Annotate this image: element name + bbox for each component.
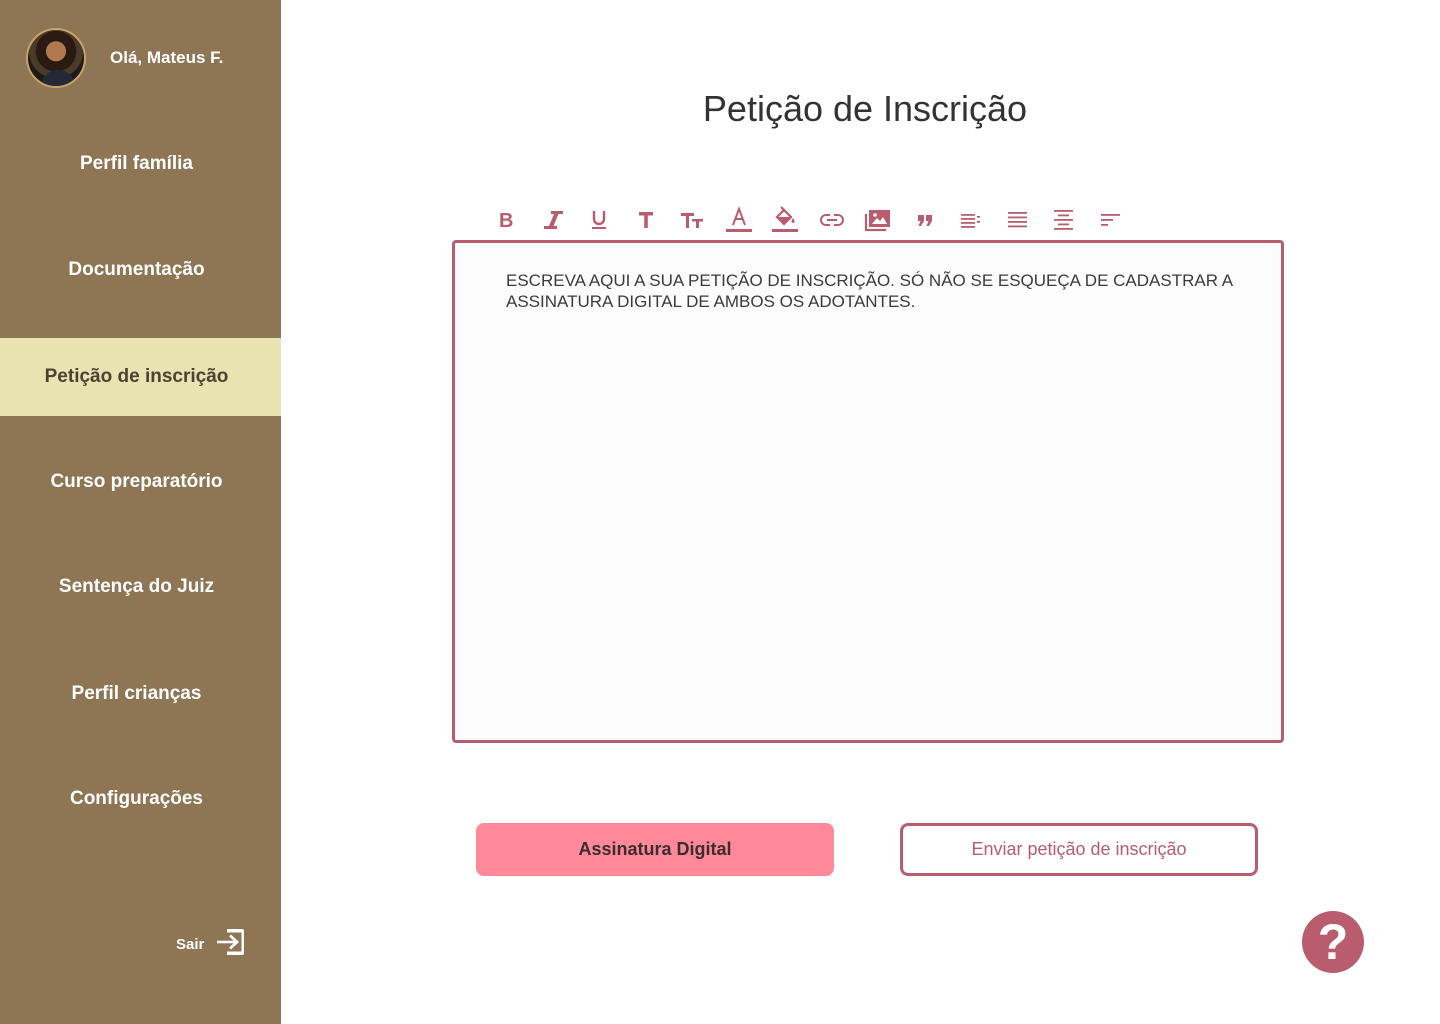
sidebar-item-label: Sentença do Juiz (58, 576, 215, 597)
svg-text:B: B (499, 210, 513, 231)
font-color-icon[interactable] (716, 202, 763, 238)
sidebar-item-curso-preparatorio[interactable]: Curso preparatório (0, 443, 281, 521)
avatar[interactable] (26, 28, 86, 88)
user-profile[interactable]: Olá, Mateus F. (26, 28, 223, 88)
quote-icon[interactable] (902, 202, 949, 238)
italic-icon[interactable] (530, 202, 577, 238)
image-icon[interactable] (855, 202, 902, 238)
underline-icon[interactable] (576, 202, 623, 238)
sidebar-item-perfil-familia[interactable]: Perfil família (0, 125, 281, 203)
editor-text[interactable]: ESCREVA AQUI A SUA PETIÇÃO DE INSCRIÇÃO.… (506, 270, 1246, 312)
sidebar: Olá, Mateus F. Perfil família Documentaç… (0, 0, 281, 1024)
logout-button[interactable]: Sair (176, 927, 246, 961)
align-center-icon[interactable] (1041, 202, 1088, 238)
sidebar-item-label: Petição de inscrição (44, 366, 229, 387)
petition-editor[interactable]: ESCREVA AQUI A SUA PETIÇÃO DE INSCRIÇÃO.… (452, 240, 1284, 743)
editor-toolbar: B (483, 202, 1134, 238)
sidebar-item-label: Perfil família (80, 153, 193, 174)
text-size-icon[interactable] (669, 202, 716, 238)
sidebar-item-configuracoes[interactable]: Configurações (0, 760, 281, 838)
text-icon[interactable] (623, 202, 670, 238)
logout-icon (216, 927, 246, 961)
sidebar-item-perfil-criancas[interactable]: Perfil crianças (0, 655, 281, 733)
logout-label: Sair (176, 935, 205, 953)
user-greeting: Olá, Mateus F. (110, 48, 224, 67)
sidebar-item-documentacao[interactable]: Documentação (0, 231, 281, 309)
sidebar-item-peticao-de-inscricao[interactable]: Petição de inscrição (0, 338, 281, 416)
fill-color-icon[interactable] (762, 202, 809, 238)
align-left-list-icon[interactable] (948, 202, 995, 238)
align-right-short-icon[interactable] (1088, 202, 1135, 238)
sidebar-item-label: Curso preparatório (50, 471, 223, 492)
sidebar-item-label: Documentação (68, 259, 205, 280)
sidebar-item-label: Perfil crianças (71, 683, 202, 704)
justify-icon[interactable] (995, 202, 1042, 238)
send-petition-button[interactable]: Enviar petição de inscrição (900, 823, 1258, 876)
digital-signature-button[interactable]: Assinatura Digital (476, 823, 834, 876)
sidebar-item-sentenca-do-juiz[interactable]: Sentença do Juiz (0, 548, 281, 626)
help-button[interactable]: ? (1302, 911, 1364, 973)
sidebar-item-label: Configurações (69, 788, 204, 809)
question-mark-icon: ? (1317, 914, 1349, 970)
link-icon[interactable] (809, 202, 856, 238)
bold-icon[interactable]: B (483, 202, 530, 238)
page-title: Petição de Inscrição (702, 88, 1028, 129)
